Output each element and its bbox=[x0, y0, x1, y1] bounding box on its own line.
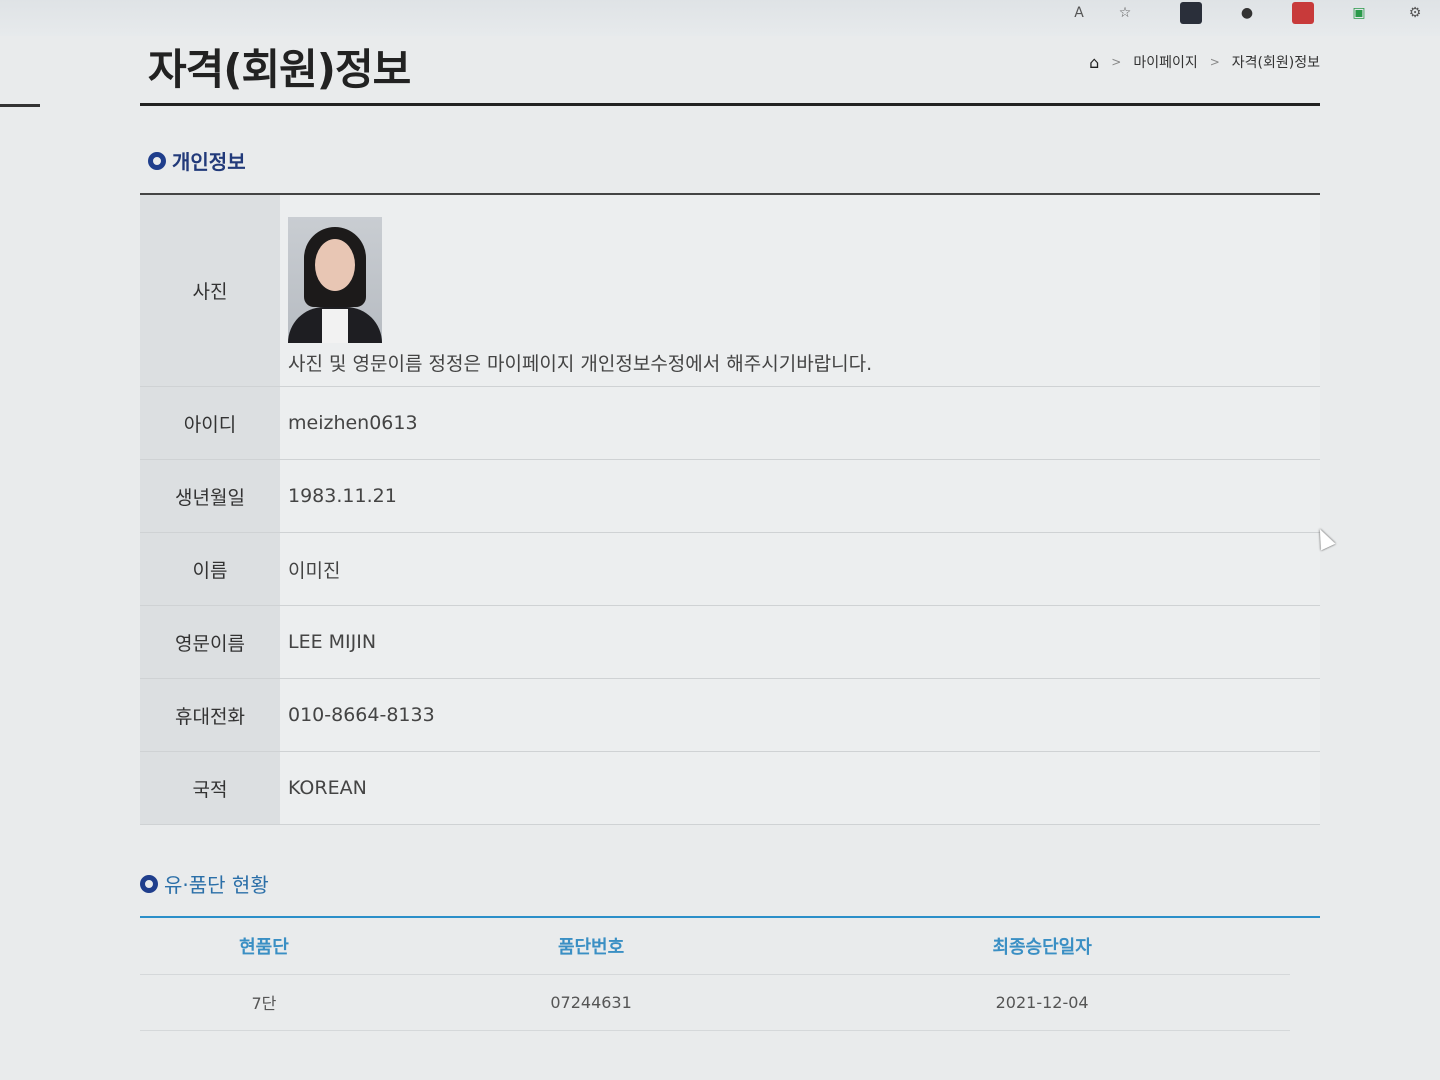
table-row: 국적 KOREAN bbox=[140, 751, 1320, 825]
row-value: KOREAN bbox=[280, 751, 1320, 825]
section-title: 개인정보 bbox=[172, 150, 246, 174]
row-label: 이름 bbox=[140, 532, 280, 606]
row-label: 영문이름 bbox=[140, 605, 280, 679]
table-row: 휴대전화 010-8664-8133 bbox=[140, 678, 1320, 752]
breadcrumb-item-mypage[interactable]: 마이페이지 bbox=[1133, 52, 1197, 72]
rank-status-section: 유·품단 현황 bbox=[140, 869, 1320, 898]
row-value: LEE MIJIN bbox=[280, 605, 1320, 679]
row-value: 1983.11.21 bbox=[280, 459, 1320, 533]
profile-photo bbox=[288, 217, 382, 343]
row-label: 아이디 bbox=[140, 386, 280, 460]
table-row: 아이디 meizhen0613 bbox=[140, 386, 1320, 460]
extension-green-icon[interactable]: ▣ bbox=[1348, 2, 1370, 24]
table-cell: 7단 bbox=[140, 974, 388, 1031]
table-cell: 2021-12-04 bbox=[794, 974, 1290, 1031]
table-row: 영문이름 LEE MIJIN bbox=[140, 605, 1320, 679]
column-header: 품단번호 bbox=[387, 918, 795, 975]
home-icon[interactable]: ⌂ bbox=[1089, 53, 1099, 72]
breadcrumb-separator: > bbox=[1209, 55, 1220, 69]
table-row: 이름 이미진 bbox=[140, 532, 1320, 606]
breadcrumb: ⌂ > 마이페이지 > 자격(회원)정보 bbox=[1089, 52, 1320, 72]
page-header: 자격(회원)정보 ⌂ > 마이페이지 > 자격(회원)정보 bbox=[140, 30, 1320, 106]
left-panel-divider bbox=[0, 104, 40, 107]
rank-status-heading: 유·품단 현황 bbox=[140, 869, 1320, 898]
row-label: 휴대전화 bbox=[140, 678, 280, 752]
breadcrumb-separator: > bbox=[1111, 55, 1122, 69]
extension-icon[interactable] bbox=[1180, 2, 1202, 24]
row-label: 사진 bbox=[140, 195, 280, 387]
photo-note: 사진 및 영문이름 정정은 마이페이지 개인정보수정에서 해주시기바랍니다. bbox=[288, 353, 873, 375]
bullet-circle-icon bbox=[148, 151, 166, 170]
row-value: 010-8664-8133 bbox=[280, 678, 1320, 752]
breadcrumb-item-current: 자격(회원)정보 bbox=[1231, 55, 1320, 71]
personal-info-table: 사진 사진 및 영문이름 정정은 마이페이지 개인정보수정에서 해주시기바랍니다… bbox=[140, 195, 1320, 825]
settings-icon[interactable]: ⚙ bbox=[1404, 2, 1426, 24]
column-header: 최종승단일자 bbox=[794, 918, 1290, 975]
row-value: meizhen0613 bbox=[280, 386, 1320, 460]
photo-row: 사진 사진 및 영문이름 정정은 마이페이지 개인정보수정에서 해주시기바랍니다… bbox=[140, 195, 1320, 387]
personal-info-section: 개인정보 bbox=[140, 146, 1320, 175]
page-content: 자격(회원)정보 ⌂ > 마이페이지 > 자격(회원)정보 개인정보 사진 사진… bbox=[140, 30, 1320, 1031]
photo-cell: 사진 및 영문이름 정정은 마이페이지 개인정보수정에서 해주시기바랍니다. bbox=[280, 195, 1320, 387]
column-header: 현품단 bbox=[140, 918, 388, 975]
bullet-circle-icon bbox=[140, 874, 158, 893]
extension-red-icon[interactable] bbox=[1292, 2, 1314, 24]
row-label: 생년월일 bbox=[140, 459, 280, 533]
table-row: 생년월일 1983.11.21 bbox=[140, 459, 1320, 533]
page-title: 자격(회원)정보 bbox=[148, 45, 411, 94]
row-label: 국적 bbox=[140, 751, 280, 825]
chat-icon[interactable]: ● bbox=[1236, 2, 1258, 24]
section-title: 유·품단 현황 bbox=[164, 873, 269, 897]
table-row: 7단 07244631 2021-12-04 bbox=[140, 974, 1290, 1031]
read-aloud-icon[interactable]: A bbox=[1068, 2, 1090, 24]
favorites-add-icon[interactable]: ☆ bbox=[1114, 2, 1136, 24]
rank-status-table: 현품단 품단번호 최종승단일자 7단 07244631 2021-12-04 bbox=[140, 918, 1290, 1031]
row-value: 이미진 bbox=[280, 532, 1320, 606]
table-cell: 07244631 bbox=[387, 974, 795, 1031]
personal-info-heading: 개인정보 bbox=[148, 146, 1320, 175]
table-header-row: 현품단 품단번호 최종승단일자 bbox=[140, 918, 1290, 975]
